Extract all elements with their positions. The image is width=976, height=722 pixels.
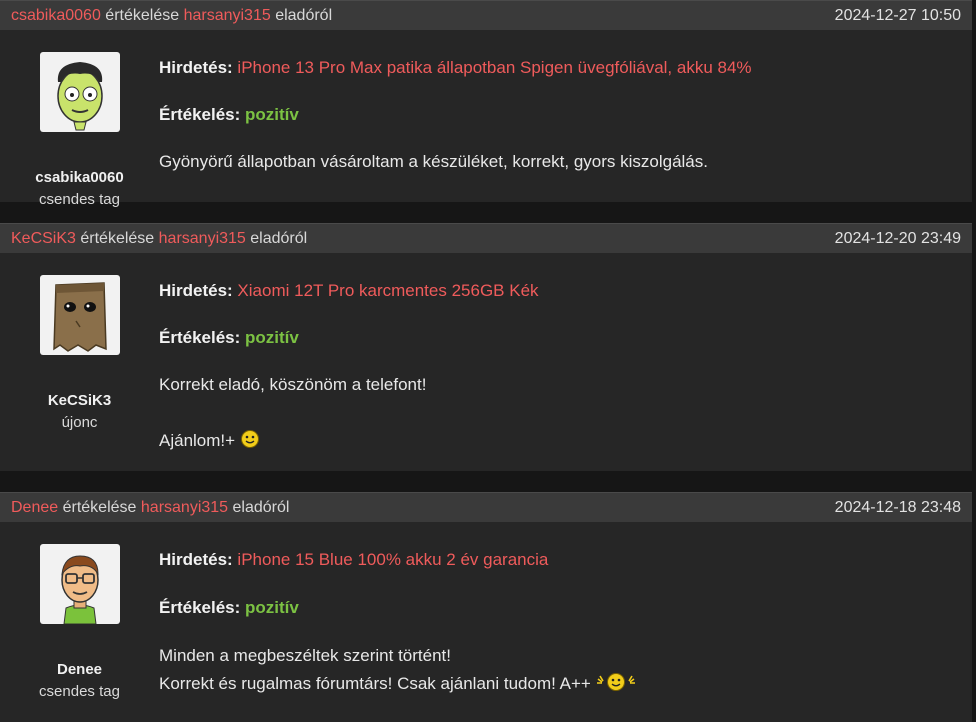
ad-title-link[interactable]: Xiaomi 12T Pro karcmentes 256GB Kék [237, 281, 538, 300]
review-text: Gyönyörű állapotban vásároltam a készülé… [159, 152, 708, 171]
ad-label: Hirdetés: [159, 550, 233, 569]
seller-link[interactable]: harsanyi315 [141, 499, 228, 516]
rating-label: Értékelés: [159, 105, 241, 124]
user-rank: csendes tag [39, 683, 120, 700]
review-card: csabika0060 értékelése harsanyi315 eladó… [0, 0, 972, 208]
reviewer-link[interactable]: Denee [11, 499, 58, 516]
ad-line: Hirdetés: iPhone 13 Pro Max patika állap… [159, 58, 752, 78]
ad-title-link[interactable]: iPhone 13 Pro Max patika állapotban Spig… [237, 58, 751, 77]
seller-link[interactable]: harsanyi315 [159, 230, 246, 247]
user-column: csabika0060 csendes tag [0, 30, 159, 208]
reviewer-link[interactable]: csabika0060 [11, 7, 101, 24]
green-face-avatar-icon[interactable] [40, 52, 120, 132]
review-header: Denee értékelése harsanyi315 eladóról 20… [0, 492, 972, 522]
ad-line: Hirdetés: iPhone 15 Blue 100% akku 2 év … [159, 550, 548, 570]
username[interactable]: csabika0060 [0, 169, 159, 186]
ad-title-link[interactable]: iPhone 15 Blue 100% akku 2 év garancia [237, 550, 548, 569]
paper-bag-avatar-icon[interactable] [40, 275, 120, 355]
rating-line: Értékelés: pozitív [159, 105, 299, 125]
review-suffix: eladóról [275, 6, 333, 24]
review-date: 2024-12-20 23:49 [834, 229, 961, 247]
review-text-line: Korrekt és rugalmas fórumtárs! Csak aján… [159, 674, 591, 693]
user-column: Denee csendes tag [0, 522, 159, 722]
review-card: KeCSiK3 értékelése harsanyi315 eladóról … [0, 223, 972, 471]
review-verb: értékelése [80, 229, 155, 247]
glasses-man-avatar-icon[interactable] [40, 544, 120, 624]
review-body: csabika0060 csendes tag Hirdetés: iPhone… [0, 30, 972, 208]
rating-value: pozitív [245, 105, 299, 124]
rating-value: pozitív [245, 598, 299, 617]
user-rank: csendes tag [39, 191, 120, 208]
ad-line: Hirdetés: Xiaomi 12T Pro karcmentes 256G… [159, 281, 539, 301]
cheering-smiley-emoji-icon [596, 672, 636, 697]
username[interactable]: KeCSiK3 [0, 392, 159, 409]
reviewer-link[interactable]: KeCSiK3 [11, 230, 76, 247]
username[interactable]: Denee [0, 661, 159, 678]
review-date: 2024-12-27 10:50 [834, 6, 961, 24]
review-suffix: eladóról [250, 229, 308, 247]
rating-label: Értékelés: [159, 598, 241, 617]
review-text: Ajánlom!+ [159, 429, 260, 454]
rating-value: pozitív [245, 328, 299, 347]
review-text: Korrekt eladó, köszönöm a telefont! [159, 375, 427, 394]
user-rank: újonc [61, 414, 98, 431]
smiley-emoji-icon [240, 429, 260, 454]
review-text: Korrekt és rugalmas fórumtárs! Csak aján… [159, 672, 636, 697]
user-column: KeCSiK3 újonc [0, 253, 159, 471]
rating-line: Értékelés: pozitív [159, 598, 299, 618]
review-body: KeCSiK3 újonc Hirdetés: Xiaomi 12T Pro k… [0, 253, 972, 471]
review-suffix: eladóról [232, 498, 290, 516]
review-text-line: Ajánlom!+ [159, 431, 236, 450]
review-verb: értékelése [62, 498, 137, 516]
review-text: Minden a megbeszéltek szerint történt! [159, 646, 451, 665]
ad-label: Hirdetés: [159, 281, 233, 300]
review-header: csabika0060 értékelése harsanyi315 eladó… [0, 0, 972, 30]
rating-label: Értékelés: [159, 328, 241, 347]
rating-line: Értékelés: pozitív [159, 328, 299, 348]
review-body: Denee csendes tag Hirdetés: iPhone 15 Bl… [0, 522, 972, 722]
review-card: Denee értékelése harsanyi315 eladóról 20… [0, 492, 972, 722]
review-verb: értékelése [105, 6, 180, 24]
seller-link[interactable]: harsanyi315 [184, 7, 271, 24]
ad-label: Hirdetés: [159, 58, 233, 77]
review-date: 2024-12-18 23:48 [834, 498, 961, 516]
review-header: KeCSiK3 értékelése harsanyi315 eladóról … [0, 223, 972, 253]
